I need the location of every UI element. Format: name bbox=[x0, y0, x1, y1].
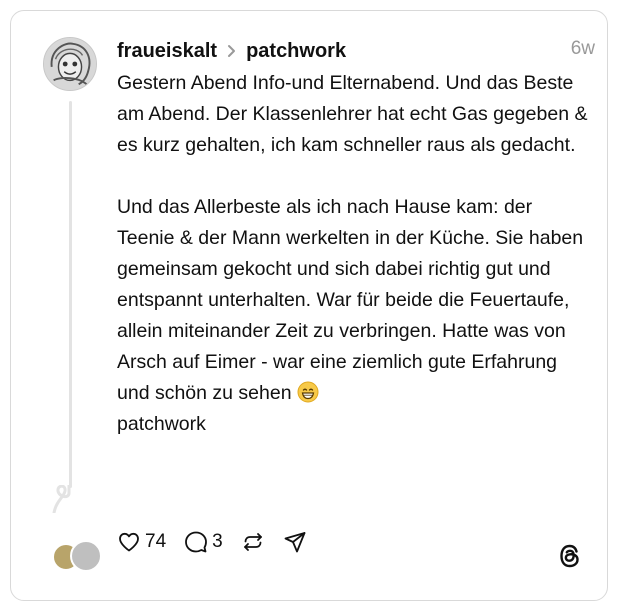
repost-button[interactable] bbox=[241, 530, 265, 554]
send-icon bbox=[284, 532, 306, 553]
share-button[interactable] bbox=[283, 530, 307, 554]
chevron-right-icon bbox=[227, 44, 236, 58]
post-actions: 74 3 bbox=[117, 527, 325, 557]
thread-connector-icon bbox=[52, 485, 71, 513]
like-count: 74 bbox=[145, 531, 167, 552]
post-header: fraueiskalt patchwork 6w bbox=[117, 38, 595, 64]
topic-tag[interactable]: patchwork bbox=[117, 409, 592, 440]
heart-icon bbox=[119, 532, 139, 552]
grinning-face-emoji bbox=[297, 381, 319, 403]
post-paragraph-2: Und das Allerbeste als ich nach Hause ka… bbox=[117, 192, 592, 409]
thread-line bbox=[69, 101, 72, 488]
post-paragraph-1: Gestern Abend Info-und Elternabend. Und … bbox=[117, 72, 588, 156]
repost-icon bbox=[243, 533, 262, 551]
speech-bubble-icon bbox=[185, 531, 208, 553]
post-time[interactable]: 6w bbox=[571, 38, 595, 60]
reply-count: 3 bbox=[212, 531, 223, 552]
avatar-drawing bbox=[44, 38, 96, 90]
topic-link[interactable]: patchwork bbox=[246, 40, 346, 63]
author-username[interactable]: fraueiskalt bbox=[117, 40, 217, 63]
replier-avatars[interactable] bbox=[52, 540, 102, 572]
reply-button[interactable]: 3 bbox=[184, 530, 223, 554]
like-button[interactable]: 74 bbox=[117, 530, 166, 554]
author-avatar[interactable] bbox=[43, 37, 97, 91]
threads-logo-icon[interactable] bbox=[557, 543, 583, 569]
post-text: Gestern Abend Info-und Elternabend. Und … bbox=[117, 68, 592, 440]
replier-avatar bbox=[70, 540, 102, 572]
post-paragraph-2-text: Und das Allerbeste als ich nach Hause ka… bbox=[117, 196, 584, 404]
